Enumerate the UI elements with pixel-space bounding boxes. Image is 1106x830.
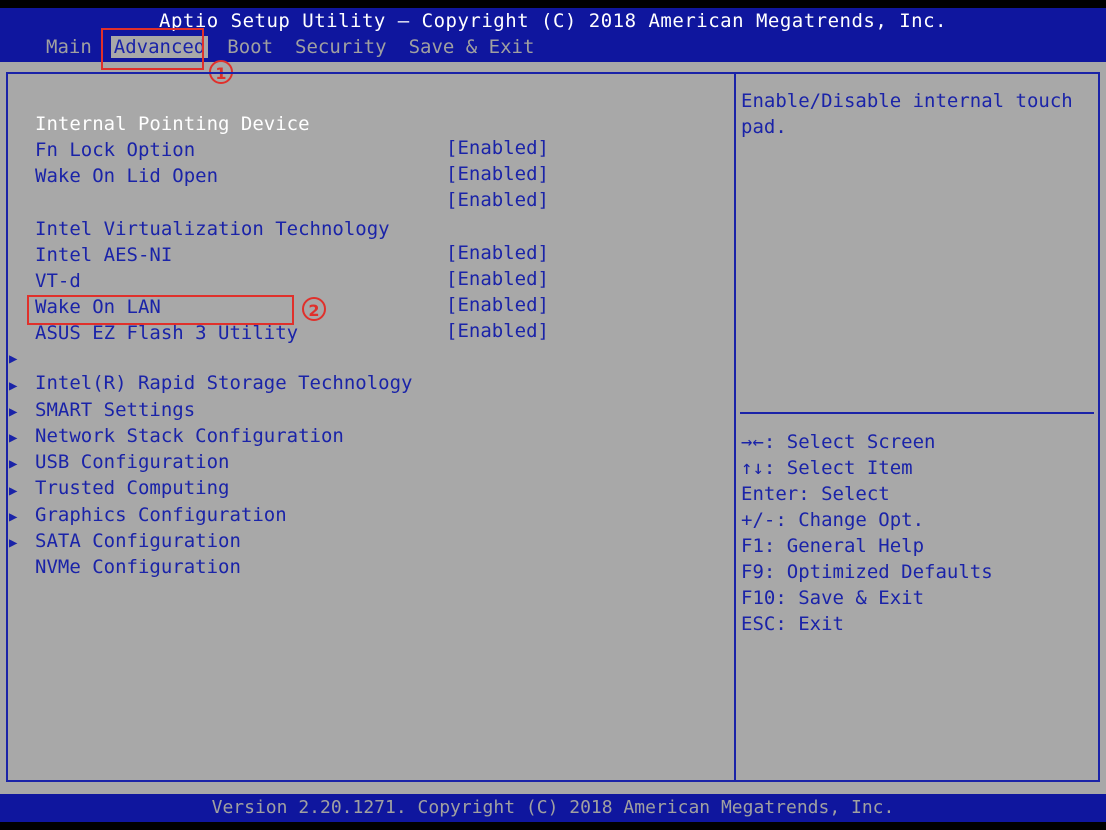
submenu-nvme-configuration[interactable]: ▶ NVMe Configuration: [0, 507, 730, 578]
submenu-usb-configuration[interactable]: ▶ USB Configuration: [0, 402, 730, 473]
advanced-highlight-box: [101, 28, 204, 70]
setting-wake-on-lid-open[interactable]: Wake On Lid Open [Enabled]: [0, 140, 730, 211]
tab-main[interactable]: Main: [46, 36, 92, 58]
tab-boot[interactable]: Boot: [227, 36, 273, 58]
submenu-intel-rst[interactable]: ▶ Intel(R) Rapid Storage Technology: [0, 323, 730, 394]
submenu-label: NVMe Configuration: [35, 556, 241, 578]
submenu-smart-settings[interactable]: ▶ SMART Settings: [0, 350, 730, 421]
submenu-network-stack[interactable]: ▶ Network Stack Configuration: [0, 376, 730, 447]
setting-vt-d[interactable]: VT-d [Enabled]: [0, 245, 730, 316]
help-divider: [740, 412, 1094, 414]
setting-value[interactable]: [Enabled]: [446, 162, 549, 186]
setting-intel-virtualization[interactable]: Intel Virtualization Technology [Enabled…: [0, 193, 730, 264]
setting-intel-aes-ni[interactable]: Intel AES-NI [Enabled]: [0, 219, 730, 290]
tab-security[interactable]: Security: [295, 36, 387, 58]
bottom-border: [0, 822, 1106, 830]
panel-divider: [734, 72, 736, 782]
tab-save-exit[interactable]: Save & Exit: [409, 36, 535, 58]
key-help-list: →←: Select Screen ↑↓: Select Item Enter:…: [741, 429, 993, 637]
key-help-enter: Enter: Select: [741, 483, 890, 505]
submenu-trusted-computing[interactable]: ▶ Trusted Computing: [0, 428, 730, 499]
ez-flash-highlight-box: [27, 295, 294, 325]
step-marker-2: 2: [302, 297, 326, 321]
footer-version: Version 2.20.1271. Copyright (C) 2018 Am…: [0, 794, 1106, 822]
setting-label: Wake On Lid Open: [35, 165, 219, 187]
key-help-general-help: F1: General Help: [741, 535, 925, 557]
submenu-arrow-icon: ▶: [9, 535, 18, 551]
submenu-graphics-configuration[interactable]: ▶ Graphics Configuration: [0, 455, 730, 526]
key-help-esc: ESC: Exit: [741, 613, 844, 635]
key-help-select-item: ↑↓: Select Item: [741, 457, 913, 479]
key-help-save-exit: F10: Save & Exit: [741, 587, 925, 609]
help-description: Enable/Disable internal touch pad.: [741, 90, 1073, 138]
submenu-label: SATA Configuration: [35, 530, 241, 552]
key-help-change-opt: +/-: Change Opt.: [741, 509, 925, 531]
setting-wake-on-lan[interactable]: Wake On LAN [Enabled]: [0, 271, 730, 342]
key-help-select-screen: →←: Select Screen: [741, 431, 936, 453]
submenu-sata-configuration[interactable]: ▶ SATA Configuration: [0, 481, 730, 552]
key-help-optimized-defaults: F9: Optimized Defaults: [741, 561, 993, 583]
setting-fn-lock-option[interactable]: Fn Lock Option [Enabled]: [0, 114, 730, 185]
setting-internal-pointing-device[interactable]: Internal Pointing Device [Enabled]: [0, 88, 730, 159]
